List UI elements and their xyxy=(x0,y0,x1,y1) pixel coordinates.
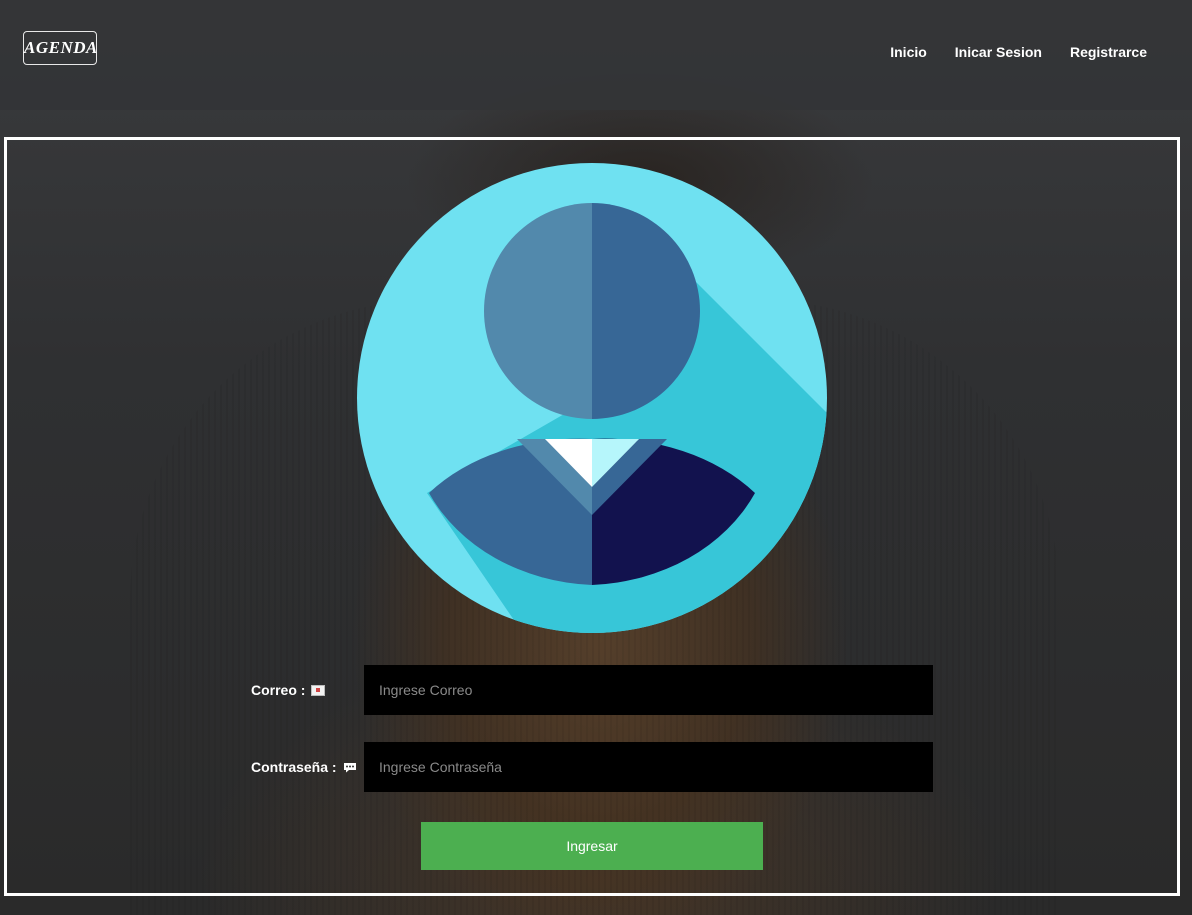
nav-links: Inicio Inicar Sesion Registrarce xyxy=(890,44,1147,60)
nav-link-inicio[interactable]: Inicio xyxy=(890,44,927,60)
email-label: Correo : xyxy=(251,682,364,698)
email-row: Correo : xyxy=(251,665,933,715)
password-input[interactable] xyxy=(364,742,933,792)
login-page: AGENDA Inicio Inicar Sesion Registrarce … xyxy=(0,0,1192,915)
password-row: Contraseña : xyxy=(251,742,933,792)
password-label: Contraseña : xyxy=(251,759,364,775)
nav-link-registrarse[interactable]: Registrarce xyxy=(1070,44,1147,60)
user-avatar-icon xyxy=(357,163,827,633)
logo[interactable]: AGENDA xyxy=(23,31,97,65)
submit-button[interactable]: Ingresar xyxy=(421,822,763,870)
email-input[interactable] xyxy=(364,665,933,715)
nav-link-iniciar-sesion[interactable]: Inicar Sesion xyxy=(955,44,1042,60)
envelope-icon xyxy=(311,684,326,696)
speech-bubble-icon xyxy=(343,762,356,772)
navbar: AGENDA Inicio Inicar Sesion Registrarce xyxy=(0,0,1192,110)
